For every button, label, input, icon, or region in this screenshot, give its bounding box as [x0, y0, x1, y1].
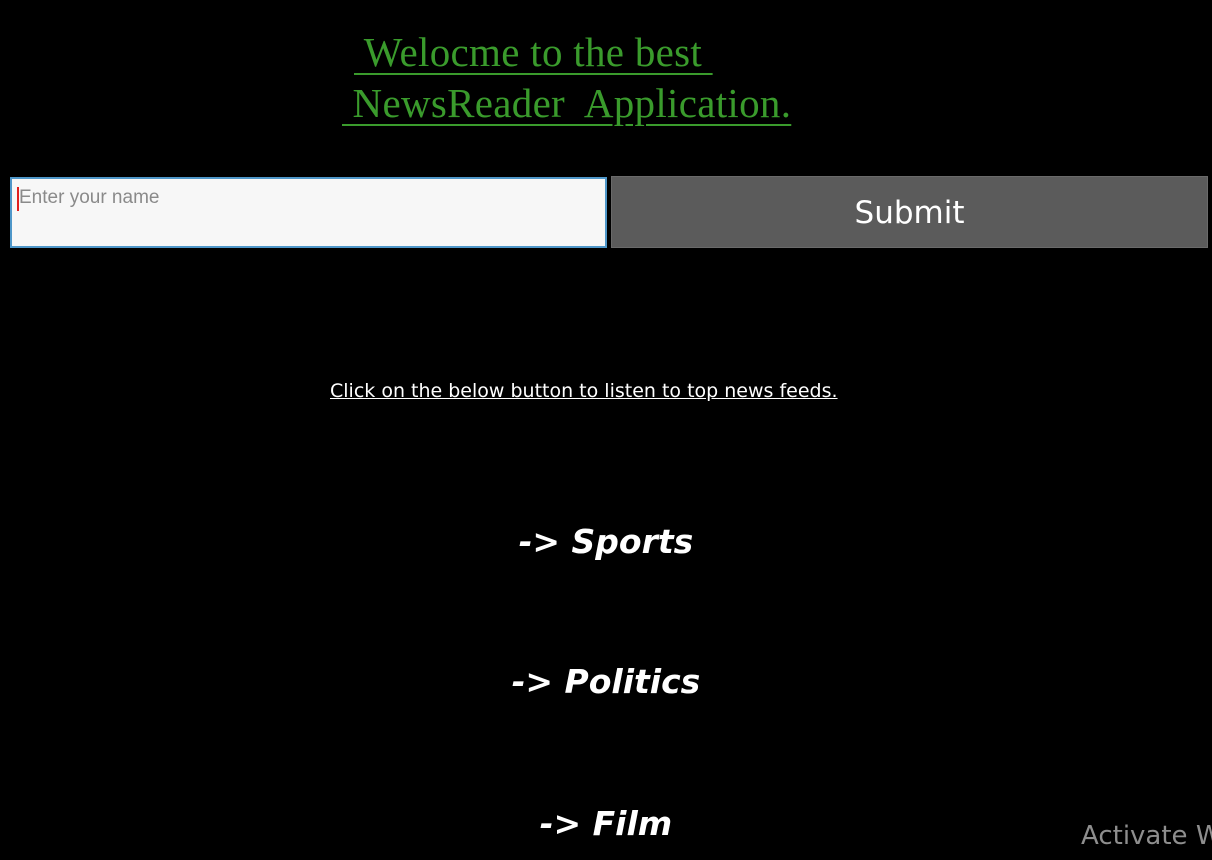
name-input-container: Enter your name — [10, 177, 607, 248]
news-feed-instruction[interactable]: Click on the below button to listen to t… — [330, 380, 838, 402]
activate-windows-watermark: Activate W — [1081, 821, 1212, 851]
sports-button[interactable]: -> Sports — [0, 522, 1212, 561]
name-input[interactable] — [10, 177, 607, 248]
welcome-title-line-1: Welocme to the best — [354, 29, 713, 75]
newsreader-page: Welocme to the best NewsReader Applicati… — [0, 0, 1212, 860]
film-button[interactable]: -> Film — [0, 804, 1212, 843]
submit-button[interactable]: Submit — [611, 176, 1208, 248]
politics-button[interactable]: -> Politics — [0, 662, 1212, 701]
welcome-title-line-2: NewsReader Application. — [342, 80, 792, 126]
